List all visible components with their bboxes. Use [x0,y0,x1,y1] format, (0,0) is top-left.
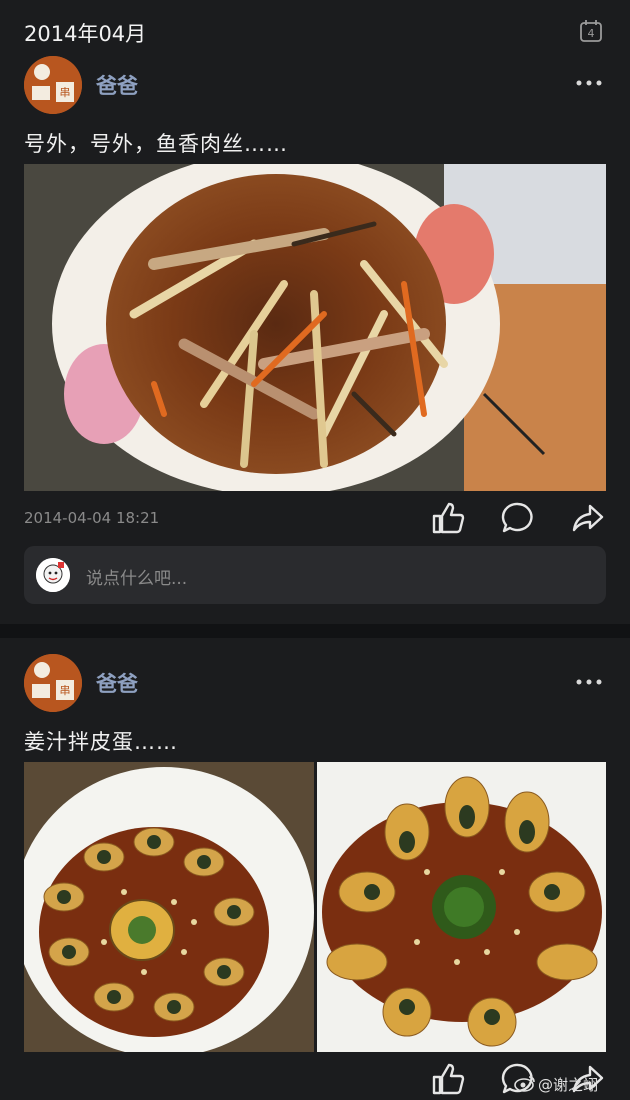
post-text: 姜汁拌皮蛋…… [24,730,178,754]
comment-icon[interactable] [500,500,536,536]
like-icon[interactable] [430,500,466,536]
more-icon[interactable] [574,677,604,687]
svg-text:串: 串 [60,684,71,697]
avatar[interactable]: 串 [24,654,82,712]
comment-input[interactable]: 说点什么吧... [24,546,606,604]
weibo-icon [514,1076,535,1092]
calendar-day: 4 [588,27,595,40]
post-photo-2[interactable] [317,762,606,1052]
post-photo-1[interactable] [24,762,314,1052]
username[interactable]: 爸爸 [96,70,138,100]
comment-avatar [36,558,70,592]
post-photo[interactable] [24,164,606,491]
like-icon[interactable] [430,1061,466,1097]
post-timestamp: 2014-04-04 18:21 [24,509,160,527]
avatar[interactable]: 串 [24,56,82,114]
svg-text:串: 串 [60,86,71,99]
month-header: 2014年04月 [24,22,147,46]
calendar-icon[interactable]: 4 [579,18,603,44]
share-icon[interactable] [570,500,606,536]
watermark: @谢之翊 [538,1076,599,1094]
comment-placeholder: 说点什么吧... [86,569,188,589]
more-icon[interactable] [574,78,604,88]
username[interactable]: 爸爸 [96,668,138,698]
post-divider [0,624,630,638]
post-text: 号外，号外，鱼香肉丝…… [24,132,288,156]
